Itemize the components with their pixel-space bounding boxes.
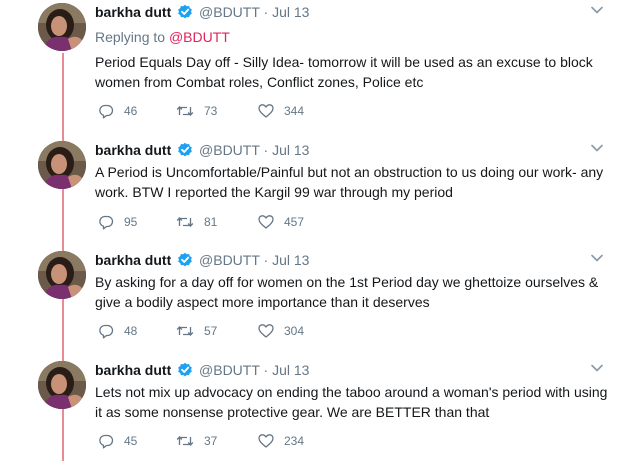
retweet-count: 81 <box>204 215 218 229</box>
retweet-button[interactable]: 37 <box>176 433 217 449</box>
like-count: 304 <box>284 324 305 338</box>
tweet-date[interactable]: Jul 13 <box>272 362 309 378</box>
tweet-header: barkha dutt @BDUTT · Jul 13 <box>95 361 309 379</box>
tweet-3[interactable]: barkha dutt @BDUTT · Jul 13 By asking fo… <box>0 248 631 357</box>
author-handle[interactable]: @BDUTT <box>199 362 260 378</box>
avatar-photo <box>38 361 86 409</box>
separator-dot: · <box>263 362 269 378</box>
replying-to-mention[interactable]: @BDUTT <box>169 29 230 45</box>
replying-to-line: Replying to @BDUTT <box>95 28 230 46</box>
author-name[interactable]: barkha dutt <box>95 252 171 268</box>
like-count: 344 <box>284 104 305 118</box>
reply-button[interactable]: 46 <box>98 103 137 119</box>
verified-badge-icon <box>178 252 192 267</box>
retweet-button[interactable]: 73 <box>176 103 217 119</box>
reply-count: 45 <box>124 434 138 448</box>
tweet-header: barkha dutt @BDUTT · Jul 13 <box>95 3 309 21</box>
retweet-icon <box>176 326 194 336</box>
chevron-down-icon[interactable] <box>591 144 603 152</box>
retweet-count: 57 <box>204 324 218 338</box>
author-name[interactable]: barkha dutt <box>95 142 171 158</box>
tweet-1[interactable]: barkha dutt @BDUTT · Jul 13 Replying to … <box>0 0 631 119</box>
author-name[interactable]: barkha dutt <box>95 4 171 20</box>
verified-badge-icon <box>178 362 192 377</box>
tweet-date[interactable]: Jul 13 <box>272 252 309 268</box>
tweet-thread: barkha dutt @BDUTT · Jul 13 Replying to … <box>0 0 631 461</box>
reply-count: 48 <box>124 324 138 338</box>
tweet-4[interactable]: barkha dutt @BDUTT · Jul 13 Lets not mix… <box>0 358 631 467</box>
tweet-actions: 46 73 344 <box>98 103 358 119</box>
tweet-text: Period Equals Day off - Silly Idea- tomo… <box>95 54 593 90</box>
avatar-photo <box>38 251 86 299</box>
tweet-2[interactable]: barkha dutt @BDUTT · Jul 13 A Period is … <box>0 138 631 247</box>
author-handle[interactable]: @BDUTT <box>199 4 260 20</box>
tweet-actions: 95 81 457 <box>98 214 358 230</box>
like-icon <box>258 324 274 338</box>
like-count: 457 <box>284 215 305 229</box>
retweet-count: 37 <box>204 434 218 448</box>
avatar[interactable] <box>38 361 86 409</box>
tweet-date[interactable]: Jul 13 <box>272 142 309 158</box>
tweet-actions: 45 37 234 <box>98 433 358 449</box>
reply-icon <box>99 324 114 339</box>
separator-dot: · <box>263 142 269 158</box>
retweet-count: 73 <box>204 104 218 118</box>
replying-to-label: Replying to <box>95 29 166 45</box>
retweet-button[interactable]: 81 <box>176 214 217 230</box>
avatar[interactable] <box>38 251 86 299</box>
tweet-actions: 48 57 304 <box>98 323 358 339</box>
separator-dot: · <box>263 252 269 268</box>
avatar-photo <box>38 141 86 189</box>
chevron-down-icon[interactable] <box>591 364 603 372</box>
retweet-icon <box>176 217 194 227</box>
retweet-icon <box>176 106 194 116</box>
reply-icon <box>99 434 114 449</box>
chevron-down-icon[interactable] <box>591 6 603 14</box>
reply-icon <box>99 215 114 230</box>
tweet-header: barkha dutt @BDUTT · Jul 13 <box>95 251 309 269</box>
like-count: 234 <box>284 434 305 448</box>
author-name[interactable]: barkha dutt <box>95 362 171 378</box>
reply-button[interactable]: 45 <box>98 433 137 449</box>
like-button[interactable]: 304 <box>258 323 304 339</box>
like-icon <box>258 215 274 229</box>
retweet-icon <box>176 436 194 446</box>
separator-dot: · <box>263 4 269 20</box>
chevron-down-icon[interactable] <box>591 254 603 262</box>
tweet-text: Lets not mix up advocacy on ending the t… <box>95 384 608 420</box>
like-button[interactable]: 457 <box>258 214 304 230</box>
avatar[interactable] <box>38 3 86 51</box>
reply-count: 95 <box>124 215 138 229</box>
verified-badge-icon <box>178 142 192 157</box>
reply-icon <box>99 104 114 119</box>
avatar[interactable] <box>38 141 86 189</box>
verified-badge-icon <box>178 4 192 19</box>
retweet-button[interactable]: 57 <box>176 323 217 339</box>
tweet-text: A Period is Uncomfortable/Painful but no… <box>95 164 604 200</box>
tweet-date[interactable]: Jul 13 <box>272 4 309 20</box>
like-icon <box>258 434 274 448</box>
reply-count: 46 <box>124 104 138 118</box>
reply-button[interactable]: 95 <box>98 214 137 230</box>
author-handle[interactable]: @BDUTT <box>199 252 260 268</box>
like-icon <box>258 104 274 118</box>
reply-button[interactable]: 48 <box>98 323 137 339</box>
author-handle[interactable]: @BDUTT <box>199 142 260 158</box>
like-button[interactable]: 344 <box>258 103 304 119</box>
avatar-photo <box>38 3 86 51</box>
tweet-text: By asking for a day off for women on the… <box>95 274 599 310</box>
tweet-header: barkha dutt @BDUTT · Jul 13 <box>95 141 309 159</box>
like-button[interactable]: 234 <box>258 433 304 449</box>
